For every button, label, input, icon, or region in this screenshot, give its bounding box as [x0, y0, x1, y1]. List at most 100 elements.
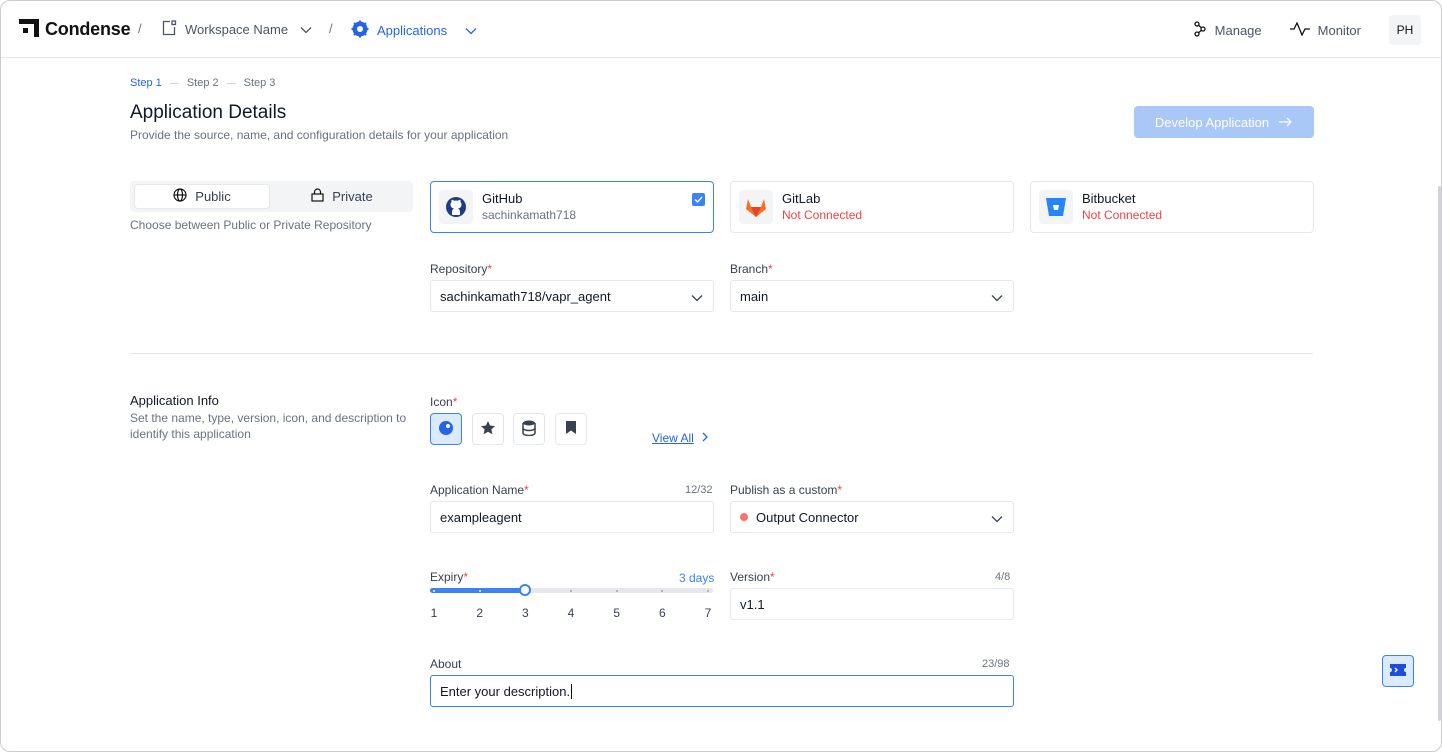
step-divider	[226, 82, 236, 84]
about-label: About	[430, 657, 462, 671]
expiry-tick-dot	[661, 590, 664, 592]
about-input[interactable]: Enter your description.	[430, 675, 1014, 707]
github-icon	[439, 190, 473, 224]
icon-option-bookmark[interactable]	[555, 413, 587, 445]
expiry-tick-label: 4	[567, 606, 575, 620]
bookmark-icon	[565, 420, 577, 438]
condense-logo-icon	[19, 19, 39, 40]
publish-label: Publish as a custom*	[730, 483, 843, 497]
brand[interactable]: Condense	[19, 19, 131, 40]
chevron-down-icon	[691, 290, 703, 305]
blob-icon	[438, 420, 454, 439]
public-option[interactable]: Public	[134, 184, 270, 209]
page-subtitle: Provide the source, name, and configurat…	[130, 128, 509, 142]
expiry-tick-label: 3	[521, 606, 529, 620]
stepper: Step 1 Step 2 Step 3	[130, 77, 275, 89]
repository-value: sachinkamath718/vapr_agent	[440, 288, 611, 304]
workspace-icon	[161, 20, 177, 39]
gear-icon	[351, 20, 369, 41]
icon-option-blob[interactable]	[430, 413, 462, 445]
connector-status-dot	[740, 513, 748, 521]
graph-icon	[1193, 20, 1207, 40]
globe-icon	[173, 188, 187, 205]
step-2[interactable]: Step 2	[187, 77, 219, 89]
view-all-label: View All	[652, 431, 694, 445]
about-value: Enter your description.	[440, 683, 571, 699]
version-value: v1.1	[740, 596, 765, 612]
provider-card-bitbucket[interactable]: Bitbucket Not Connected	[1030, 181, 1314, 233]
app-name-input[interactable]: exampleagent	[430, 501, 714, 533]
repository-label: Repository*	[430, 262, 493, 276]
nav-monitor-label: Monitor	[1317, 22, 1361, 38]
about-counter: 23/98	[982, 658, 1010, 670]
expiry-slider[interactable]	[430, 584, 713, 596]
branch-value: main	[740, 288, 769, 304]
branch-select[interactable]: main	[730, 280, 1014, 312]
expiry-tick-dot	[707, 590, 709, 592]
star-icon	[480, 420, 496, 439]
view-all-link[interactable]: View All	[652, 431, 708, 445]
expiry-tick-label: 6	[658, 606, 666, 620]
text-cursor	[571, 683, 573, 699]
expiry-tick-dot	[615, 590, 618, 592]
expiry-tick-label: 5	[613, 606, 620, 620]
icon-option-star[interactable]	[472, 413, 504, 445]
version-input[interactable]: v1.1	[730, 588, 1014, 620]
applications-label: Applications	[377, 23, 448, 38]
expiry-tick-dot	[570, 590, 572, 592]
app-name-value: exampleagent	[440, 509, 522, 525]
publish-value: Output Connector	[756, 509, 859, 525]
chevron-down-icon	[991, 290, 1003, 305]
app-info-title: Application Info	[130, 393, 219, 408]
gitlab-icon	[739, 190, 773, 224]
pulse-icon	[1289, 20, 1310, 39]
app-name-label: Application Name*	[430, 483, 529, 497]
database-icon	[522, 420, 536, 439]
section-divider	[130, 353, 1313, 354]
develop-application-label: Develop Application	[1154, 114, 1270, 130]
checkbox-checked-icon[interactable]	[692, 193, 705, 206]
arrow-right-icon	[1279, 115, 1293, 130]
repository-select[interactable]: sachinkamath718/vapr_agent	[430, 280, 714, 312]
visibility-hint: Choose between Public or Private Reposit…	[130, 218, 372, 232]
public-label: Public	[195, 189, 231, 204]
chevron-down-icon	[991, 511, 1003, 526]
avatar[interactable]: PH	[1389, 15, 1421, 45]
version-counter: 4/8	[995, 571, 1011, 583]
ticket-icon	[1389, 663, 1407, 680]
expiry-tick-dot	[433, 590, 435, 592]
expiry-tick-label: 2	[476, 606, 483, 620]
workspace-selector[interactable]: Workspace Name	[161, 20, 312, 39]
scrollbar[interactable]	[1438, 186, 1441, 721]
top-bar: Condense / Workspace Name / Applications	[1, 1, 1441, 58]
provider-card-github[interactable]: GitHub sachinkamath718	[430, 181, 714, 233]
step-3[interactable]: Step 3	[244, 77, 276, 89]
chevron-right-icon	[702, 431, 708, 445]
expiry-tick-label: 1	[430, 606, 438, 620]
icon-option-database[interactable]	[513, 413, 545, 445]
expiry-value: 3 days	[679, 571, 715, 585]
provider-name: GitLab	[782, 191, 821, 206]
breadcrumb-separator: /	[138, 21, 142, 36]
private-option[interactable]: Private	[274, 184, 410, 209]
nav-manage-label: Manage	[1214, 22, 1262, 38]
applications-selector[interactable]: Applications	[351, 20, 477, 41]
visibility-toggle: Public Private	[130, 181, 413, 212]
publish-select[interactable]: Output Connector	[730, 501, 1014, 533]
expiry-tick-label: 7	[704, 606, 712, 620]
workspace-name: Workspace Name	[185, 22, 289, 37]
nav-manage[interactable]: Manage	[1193, 20, 1262, 40]
chevron-down-icon	[465, 23, 477, 38]
provider-account: sachinkamath718	[482, 208, 577, 222]
nav-monitor[interactable]: Monitor	[1289, 20, 1361, 39]
develop-application-button[interactable]: Develop Application	[1134, 106, 1314, 138]
app-window: Condense / Workspace Name / Applications	[0, 0, 1442, 752]
breadcrumb-separator: /	[329, 21, 333, 36]
feedback-button[interactable]	[1382, 655, 1414, 687]
branch-label: Branch*	[730, 262, 773, 276]
provider-name: Bitbucket	[1082, 191, 1136, 206]
provider-card-gitlab[interactable]: GitLab Not Connected	[730, 181, 1014, 233]
step-1[interactable]: Step 1	[130, 77, 162, 89]
app-info-description: Set the name, type, version, icon, and d…	[130, 411, 407, 441]
chevron-down-icon	[300, 22, 312, 37]
